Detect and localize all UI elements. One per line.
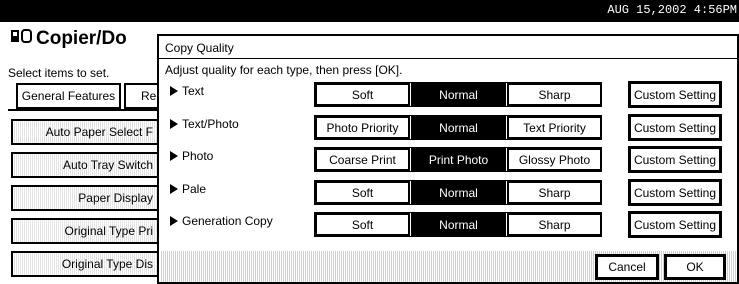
background-page-title: Copier/Do: [10, 28, 127, 50]
custom-setting-button-text-photo[interactable]: Custom Setting: [628, 114, 722, 141]
ok-button[interactable]: OK: [664, 254, 726, 280]
triangle-right-icon: [170, 151, 178, 161]
option-text-priority[interactable]: Text Priority: [507, 116, 602, 139]
option-sharp[interactable]: Sharp: [507, 181, 602, 204]
option-sharp[interactable]: Sharp: [507, 83, 602, 106]
status-datetime: AUG 15,2002 4:56PM: [607, 3, 737, 17]
auto-tray-switch-button[interactable]: Auto Tray Switch: [11, 152, 171, 178]
triangle-right-icon: [170, 216, 178, 226]
option-sharp[interactable]: Sharp: [507, 213, 602, 236]
quality-option-group-pale: Soft Normal Sharp: [314, 180, 602, 205]
option-soft[interactable]: Soft: [315, 83, 410, 106]
option-soft[interactable]: Soft: [315, 181, 410, 204]
row-label-text: Text: [170, 84, 204, 98]
triangle-right-icon: [170, 119, 178, 129]
copier-icon: [10, 28, 32, 50]
row-label-pale: Pale: [170, 182, 206, 196]
copy-quality-dialog: Copy Quality Adjust quality for each typ…: [157, 34, 739, 284]
row-label-photo: Photo: [170, 149, 213, 163]
option-normal[interactable]: Normal: [411, 181, 506, 204]
original-type-priority-button[interactable]: Original Type Pri: [11, 218, 171, 244]
cancel-button[interactable]: Cancel: [595, 254, 659, 280]
quality-option-group-generation-copy: Soft Normal Sharp: [314, 212, 602, 237]
option-photo-priority[interactable]: Photo Priority: [315, 116, 410, 139]
option-normal[interactable]: Normal: [411, 83, 506, 106]
dialog-footer: Cancel OK: [160, 251, 736, 282]
background-title-text: Copier/Do: [36, 28, 127, 50]
background-instruction: Select items to set.: [8, 66, 110, 80]
option-glossy-photo[interactable]: Glossy Photo: [507, 148, 602, 171]
quality-option-group-text-photo: Photo Priority Normal Text Priority: [314, 115, 602, 140]
dialog-instruction: Adjust quality for each type, then press…: [165, 63, 403, 77]
status-bar: AUG 15,2002 4:56PM: [0, 0, 739, 22]
paper-display-button[interactable]: Paper Display: [11, 185, 171, 211]
dialog-title: Copy Quality: [165, 41, 234, 55]
quality-option-group-photo: Coarse Print Print Photo Glossy Photo: [314, 147, 602, 172]
custom-setting-button-generation-copy[interactable]: Custom Setting: [628, 211, 722, 238]
original-type-display-button[interactable]: Original Type Dis: [11, 251, 171, 277]
auto-paper-select-button[interactable]: Auto Paper Select F: [11, 119, 171, 145]
triangle-right-icon: [170, 86, 178, 96]
custom-setting-button-photo[interactable]: Custom Setting: [628, 146, 722, 173]
custom-setting-button-text[interactable]: Custom Setting: [628, 81, 722, 108]
quality-option-group-text: Soft Normal Sharp: [314, 82, 602, 107]
custom-setting-button-pale[interactable]: Custom Setting: [628, 179, 722, 206]
tab-divider: [8, 109, 158, 111]
row-label-text-photo: Text/Photo: [170, 117, 239, 131]
option-normal[interactable]: Normal: [411, 116, 506, 139]
row-label-generation-copy: Generation Copy: [170, 214, 273, 228]
triangle-right-icon: [170, 184, 178, 194]
tab-general-features[interactable]: General Features: [16, 83, 121, 109]
option-print-photo[interactable]: Print Photo: [411, 148, 506, 171]
option-normal[interactable]: Normal: [411, 213, 506, 236]
option-coarse-print[interactable]: Coarse Print: [315, 148, 410, 171]
option-soft[interactable]: Soft: [315, 213, 410, 236]
dialog-title-divider: [159, 58, 737, 59]
